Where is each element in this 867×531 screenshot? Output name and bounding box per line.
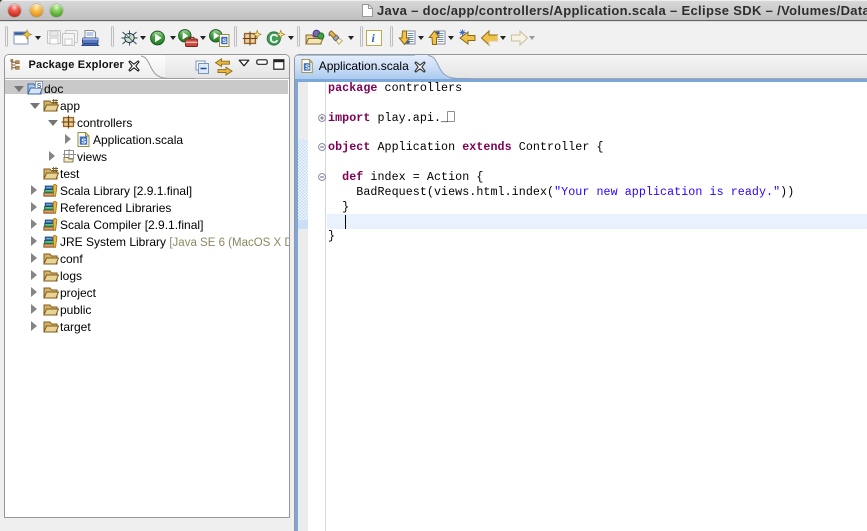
svg-text:S: S — [81, 136, 86, 145]
svg-text:S: S — [222, 38, 227, 45]
svg-text:S: S — [37, 82, 42, 89]
svg-text:S: S — [305, 65, 310, 72]
